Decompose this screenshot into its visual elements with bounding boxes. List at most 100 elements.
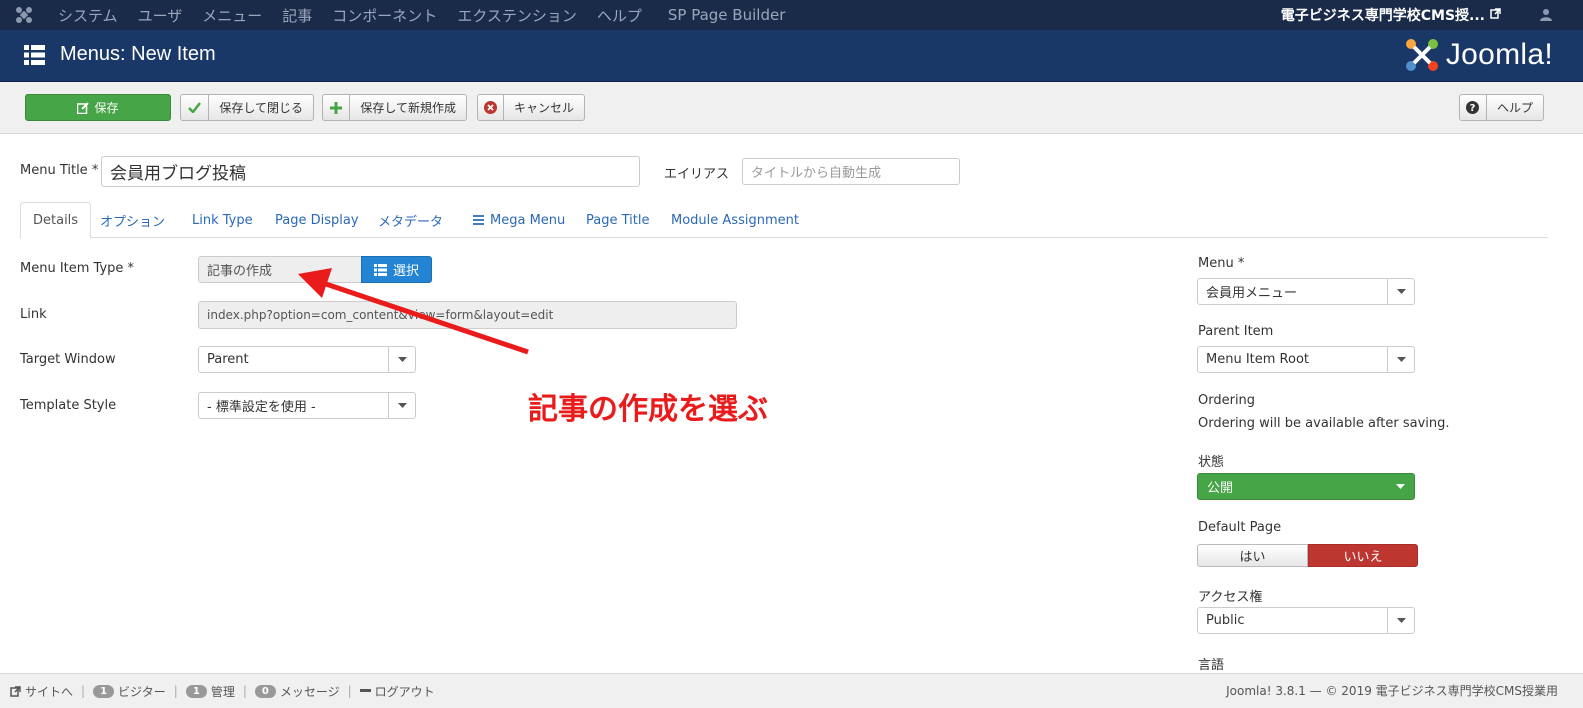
status-bar: サイトへ | 1 ビジター | 1 管理 | 0 メッセージ | ログアウト J… — [0, 673, 1583, 708]
joomla-menu-icon[interactable] — [0, 0, 48, 30]
save-close-button[interactable]: 保存して閉じる — [180, 94, 314, 121]
list-icon — [24, 45, 45, 69]
hamburger-icon — [473, 215, 484, 225]
access-label: アクセス権 — [1198, 590, 1263, 605]
parent-item-value: Menu Item Root — [1206, 352, 1310, 367]
link-label: Link — [20, 307, 47, 322]
site-link-label: 電子ビジネス専門学校CMS授... — [1280, 8, 1485, 24]
default-page-label: Default Page — [1198, 520, 1282, 535]
annotation-text: 記事の作成を選ぶ — [528, 392, 768, 427]
status-value: 公開 — [1207, 481, 1234, 496]
messages-badge: 0 — [254, 684, 276, 698]
admins-label: 管理 — [210, 684, 235, 699]
save-new-button[interactable]: 保存して新規作成 — [322, 94, 467, 121]
access-select[interactable]: Public — [1197, 607, 1415, 634]
caret-down-icon — [388, 393, 415, 418]
divider: | — [242, 684, 247, 698]
ordering-label: Ordering — [1198, 393, 1256, 408]
save-new-label: 保存して新規作成 — [360, 101, 456, 115]
status-label: 状態 — [1198, 455, 1225, 470]
tab-mega-menu[interactable]: Mega Menu — [473, 202, 565, 238]
page-title: Menus: New Item — [60, 43, 216, 65]
status-select[interactable]: 公開 — [1197, 473, 1415, 500]
joomla-logo: Joomla! — [1404, 37, 1553, 73]
cancel-label: キャンセル — [513, 101, 574, 115]
template-style-select[interactable]: - 標準設定を使用 - — [198, 392, 416, 419]
caret-down-icon — [1387, 608, 1414, 633]
admins-link[interactable]: 1 管理 — [185, 683, 235, 700]
external-link-icon — [10, 685, 21, 697]
menu-item-type-label: Menu Item Type * — [20, 261, 135, 276]
tab-page-display[interactable]: Page Display — [275, 202, 359, 238]
caret-down-icon — [1387, 279, 1414, 304]
nav-system[interactable]: システム — [48, 5, 128, 26]
help-icon: ? — [1460, 95, 1487, 120]
copyright-text: Joomla! 3.8.1 — © 2019 電子ビジネス専門学校CMS授業用 — [1226, 684, 1558, 698]
visitors-badge: 1 — [93, 684, 115, 698]
edit-icon — [77, 101, 90, 114]
save-label: 保存 — [94, 101, 119, 115]
tab-details[interactable]: Details — [20, 202, 92, 239]
tab-page-title[interactable]: Page Title — [586, 202, 649, 238]
logout-label: ログアウト — [374, 684, 435, 699]
parent-item-select[interactable]: Menu Item Root — [1197, 346, 1415, 373]
tab-options[interactable]: オプション — [100, 202, 165, 238]
top-nav: システム ユーザ メニュー 記事 コンポーネント エクステンション ヘルプ SP… — [0, 0, 1583, 30]
nav-content[interactable]: 記事 — [272, 5, 322, 26]
alias-placeholder: タイトルから自動生成 — [751, 166, 882, 181]
tab-link-type[interactable]: Link Type — [192, 202, 253, 238]
help-label: ヘルプ — [1496, 101, 1533, 115]
site-link[interactable]: 電子ビジネス専門学校CMS授... — [1281, 0, 1501, 30]
page-header: Menus: New Item Joomla! — [0, 30, 1583, 82]
access-value: Public — [1206, 613, 1245, 628]
plus-icon — [323, 95, 351, 120]
user-icon[interactable] — [1531, 6, 1561, 24]
minus-icon — [359, 689, 371, 693]
logout-link[interactable]: ログアウト — [359, 683, 435, 700]
nav-help[interactable]: ヘルプ — [587, 5, 652, 26]
save-button[interactable]: 保存 — [25, 94, 171, 121]
menu-value: 会員用メニュー — [1206, 286, 1298, 301]
annotation-arrow — [298, 268, 529, 355]
nav-sp-page-builder[interactable]: SP Page Builder — [658, 6, 795, 24]
nav-menus[interactable]: メニュー — [192, 5, 272, 26]
ordering-note: Ordering will be available after saving. — [1198, 416, 1450, 431]
nav-components[interactable]: コンポーネント — [322, 5, 447, 26]
target-window-label: Target Window — [20, 352, 116, 367]
language-label: 言語 — [1198, 658, 1225, 673]
template-style-value: - 標準設定を使用 - — [207, 400, 316, 415]
joomla-wordmark: Joomla! — [1445, 38, 1553, 71]
messages-label: メッセージ — [279, 684, 340, 699]
default-no-button[interactable]: いいえ — [1308, 544, 1418, 567]
template-style-label: Template Style — [20, 398, 117, 413]
menu-label: Menu * — [1198, 256, 1245, 271]
menu-select[interactable]: 会員用メニュー — [1197, 278, 1415, 305]
nav-extensions[interactable]: エクステンション — [447, 5, 587, 26]
messages-link[interactable]: 0 メッセージ — [254, 683, 340, 700]
divider: | — [347, 684, 352, 698]
check-icon — [181, 95, 210, 120]
help-button[interactable]: ? ヘルプ — [1459, 94, 1544, 121]
default-yes-button[interactable]: はい — [1197, 544, 1308, 567]
visitors-link[interactable]: 1 ビジター — [93, 683, 166, 700]
admins-badge: 1 — [185, 684, 207, 698]
caret-down-icon — [1387, 484, 1414, 489]
nav-users[interactable]: ユーザ — [128, 5, 193, 26]
svg-text:?: ? — [1470, 103, 1476, 114]
visitors-label: ビジター — [118, 684, 166, 699]
tab-module-assignment[interactable]: Module Assignment — [671, 202, 799, 238]
caret-down-icon — [1387, 347, 1414, 372]
save-close-label: 保存して閉じる — [219, 101, 303, 115]
alias-label: エイリアス — [664, 167, 730, 182]
external-link-icon — [1490, 7, 1501, 23]
divider: | — [81, 684, 86, 698]
view-site-link[interactable]: サイトへ — [10, 683, 73, 700]
menu-title-input[interactable]: 会員用ブログ投稿 — [101, 156, 640, 187]
joomla-logo-icon — [1405, 39, 1438, 71]
menu-title-label: Menu Title * — [20, 163, 99, 178]
tab-bar: Details オプション Link Type Page Display メタデ… — [20, 202, 1548, 239]
tab-metadata[interactable]: メタデータ — [378, 202, 443, 238]
cancel-button[interactable]: キャンセル — [477, 94, 585, 121]
parent-item-label: Parent Item — [1198, 324, 1274, 339]
alias-input[interactable]: タイトルから自動生成 — [742, 158, 960, 185]
